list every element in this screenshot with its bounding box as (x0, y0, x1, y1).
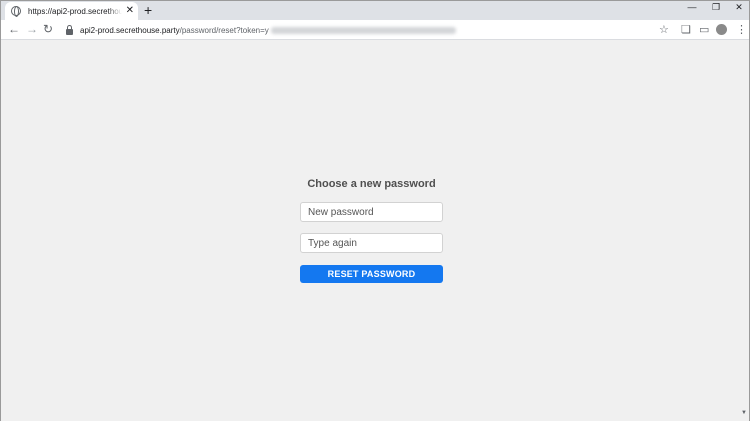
new-tab-button[interactable]: + (144, 3, 152, 17)
forward-icon[interactable]: → (26, 22, 38, 37)
browser-tab[interactable]: https://api2-prod.secrethouse.party/pass… (5, 2, 138, 20)
confirm-password-input[interactable] (300, 233, 443, 253)
minimize-icon[interactable]: — (681, 1, 703, 13)
tab-strip: https://api2-prod.secrethouse.party/pass… (1, 1, 749, 20)
profile-avatar[interactable] (716, 24, 727, 35)
menu-icon[interactable]: ⋮ (736, 23, 747, 37)
address-bar[interactable]: api2-prod.secrethouse.party/password/res… (61, 22, 681, 38)
reset-password-button[interactable]: RESET PASSWORD (300, 265, 443, 283)
back-icon[interactable]: ← (8, 22, 20, 37)
new-password-input[interactable] (300, 202, 443, 222)
extensions-icon[interactable]: ❏ (681, 23, 691, 37)
browser-window: https://api2-prod.secrethouse.party/pass… (0, 0, 750, 421)
window-close-icon[interactable]: ✕ (728, 1, 750, 13)
scroll-down-icon[interactable]: ▼ (741, 410, 747, 416)
reload-icon[interactable]: ↻ (43, 22, 53, 37)
tab-close-icon[interactable]: ✕ (126, 6, 134, 16)
url-host: api2-prod.secrethouse.party (80, 25, 180, 35)
browser-toolbar: ← → ↻ api2-prod.secrethouse.party/passwo… (1, 20, 749, 40)
cast-icon[interactable]: ▭ (699, 23, 709, 37)
restore-icon[interactable]: ❐ (705, 1, 727, 13)
page-content: Choose a new password RESET PASSWORD ▼ (1, 41, 749, 421)
tab-title: https://api2-prod.secrethouse.party/pass… (28, 6, 122, 16)
star-icon[interactable]: ☆ (659, 23, 669, 37)
url-path: /password/reset?token=y (179, 25, 269, 35)
address-url[interactable]: api2-prod.secrethouse.party/password/res… (80, 26, 456, 35)
page-title: Choose a new password (307, 178, 436, 190)
lock-icon[interactable] (66, 24, 73, 35)
redacted-token (270, 26, 456, 34)
globe-icon (11, 6, 21, 17)
